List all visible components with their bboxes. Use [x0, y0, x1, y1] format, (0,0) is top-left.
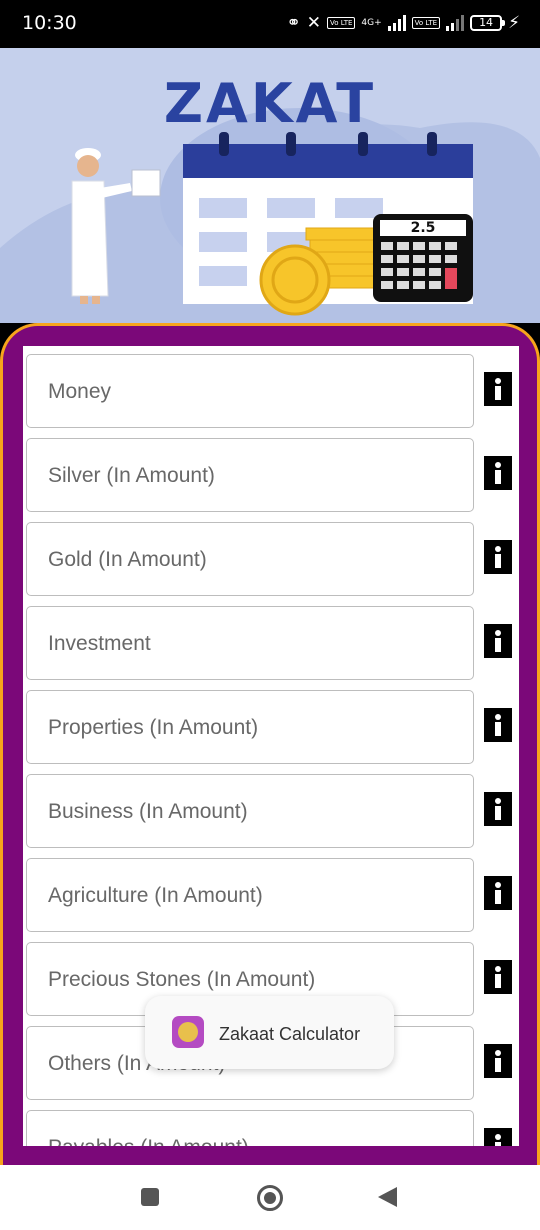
info-icon[interactable]	[484, 708, 512, 742]
row-agriculture: Agriculture (In Amount)	[26, 858, 519, 934]
info-icon[interactable]	[484, 1128, 512, 1146]
row-investment: Investment	[26, 606, 519, 682]
info-icon[interactable]	[484, 876, 512, 910]
volte-icon: Vo LTE	[327, 17, 356, 29]
money-input[interactable]: Money	[26, 354, 474, 428]
row-payables: Payables (In Amount)	[26, 1110, 519, 1146]
row-business: Business (In Amount)	[26, 774, 519, 850]
vibrate-off-icon: ✕	[306, 13, 322, 33]
field-placeholder: Silver (In Amount)	[48, 464, 215, 487]
gold-input[interactable]: Gold (In Amount)	[26, 522, 474, 596]
payables-input[interactable]: Payables (In Amount)	[26, 1110, 474, 1146]
status-bar: 10:30 ⚭ ✕ Vo LTE 4G+ Vo LTE 14 ⚡	[0, 0, 540, 48]
silver-input[interactable]: Silver (In Amount)	[26, 438, 474, 512]
info-icon[interactable]	[484, 792, 512, 826]
agriculture-input[interactable]: Agriculture (In Amount)	[26, 858, 474, 932]
properties-input[interactable]: Properties (In Amount)	[26, 690, 474, 764]
signal-4g-icon	[387, 15, 406, 31]
info-icon[interactable]	[484, 960, 512, 994]
zakat-banner: ZAKAT 2.5	[0, 48, 540, 323]
field-placeholder: Agriculture (In Amount)	[48, 884, 263, 907]
investment-input[interactable]: Investment	[26, 606, 474, 680]
info-icon[interactable]	[484, 456, 512, 490]
field-placeholder: Precious Stones (In Amount)	[48, 968, 316, 991]
status-icons: ⚭ ✕ Vo LTE 4G+ Vo LTE 14 ⚡	[287, 12, 520, 34]
field-placeholder: Business (In Amount)	[48, 800, 248, 823]
status-time: 10:30	[22, 12, 77, 34]
info-icon[interactable]	[484, 372, 512, 406]
network-type-label: 4G+	[361, 18, 382, 28]
back-icon[interactable]	[378, 1187, 397, 1207]
link-icon: ⚭	[286, 13, 301, 33]
business-input[interactable]: Business (In Amount)	[26, 774, 474, 848]
recents-icon[interactable]	[141, 1188, 159, 1206]
battery-icon: 14	[470, 15, 506, 31]
navigation-bar	[0, 1165, 540, 1230]
calculator-display: 2.5	[410, 220, 436, 236]
volte-icon: Vo LTE	[411, 17, 441, 29]
app-toast: Zakaat Calculator	[145, 996, 394, 1069]
field-placeholder: Gold (In Amount)	[48, 548, 207, 571]
row-properties: Properties (In Amount)	[26, 690, 519, 766]
row-silver: Silver (In Amount)	[26, 438, 519, 514]
info-icon[interactable]	[484, 1044, 512, 1078]
info-icon[interactable]	[484, 540, 512, 574]
field-placeholder: Payables (In Amount)	[48, 1136, 249, 1146]
signal-icon	[446, 15, 465, 31]
row-gold: Gold (In Amount)	[26, 522, 519, 598]
home-icon[interactable]	[257, 1185, 283, 1211]
app-icon	[172, 1016, 204, 1048]
field-placeholder: Money	[48, 380, 112, 403]
charging-icon: ⚡	[508, 13, 520, 33]
info-icon[interactable]	[484, 624, 512, 658]
row-money: Money	[26, 354, 519, 430]
toast-app-name: Zakaat Calculator	[219, 1024, 361, 1044]
field-placeholder: Investment	[48, 632, 151, 655]
banner-title: ZAKAT	[163, 72, 377, 135]
field-placeholder: Properties (In Amount)	[48, 716, 259, 739]
